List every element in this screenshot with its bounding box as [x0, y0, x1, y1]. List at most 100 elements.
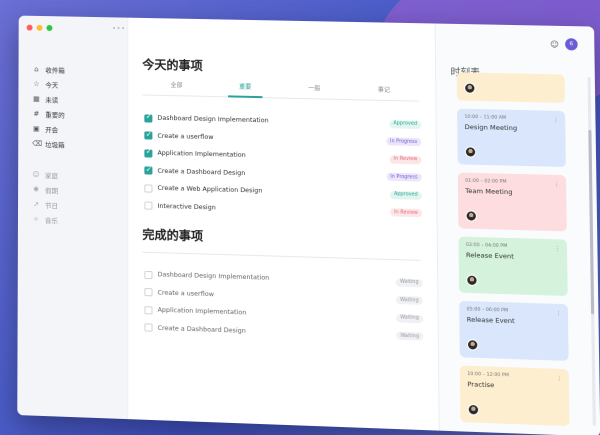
sidebar-item-1[interactable]: ☆ 今天: [32, 76, 64, 92]
status-badge: Approved: [389, 119, 422, 129]
trash-icon: ⌫: [32, 139, 43, 148]
filter-tabs: 全部 重要 一般 事记: [142, 75, 419, 102]
close-window-button[interactable]: [26, 24, 33, 31]
kebab-menu-icon[interactable]: ⋮: [554, 245, 560, 252]
status-badge: In Review: [389, 208, 423, 218]
attendee-avatar: [466, 339, 479, 351]
today-task-list: Dashboard Design Implementation Approved C…: [144, 109, 423, 222]
task-label: Create a userflow: [157, 132, 214, 141]
tab-3[interactable]: 事记: [349, 80, 419, 101]
schedule-cards: 10:00 – 11:00 AM Design Meeting ⋮ 01:00 – 0…: [456, 72, 570, 434]
task-label: Application Implementation: [157, 149, 246, 160]
status-badge: Waiting: [395, 278, 423, 288]
sidebar-item-label: 节日: [44, 201, 59, 210]
event-time: 10:00 – 11:00 AM: [464, 114, 507, 121]
sidebar-item-4[interactable]: ▣ 开会: [32, 121, 64, 137]
gear-icon: ✱: [33, 184, 39, 194]
task-checkbox[interactable]: [144, 131, 153, 140]
task-checkbox[interactable]: [144, 323, 153, 332]
schedule-scrollbar[interactable]: [587, 77, 596, 427]
sidebar-item-label: 收件箱: [45, 66, 65, 75]
kebab-menu-icon[interactable]: ⋮: [556, 375, 562, 382]
sidebar-item-2[interactable]: ▦ 未读: [32, 91, 64, 107]
minimize-window-button[interactable]: [36, 24, 43, 31]
user-icon[interactable]: ☺: [550, 40, 559, 49]
event-title: Release Event: [466, 315, 515, 326]
sidebar-item-0[interactable]: ⌂ 收件箱: [32, 61, 65, 77]
task-checkbox[interactable]: [144, 149, 153, 158]
sidebar-item-3[interactable]: # 重要的: [32, 106, 64, 122]
hash-icon: #: [33, 109, 40, 118]
schedule-card[interactable]: 10:00 – 11:00 AM Design Meeting ⋮: [457, 108, 566, 168]
task-label: Dashboard Design Implementation: [157, 271, 270, 282]
sidebar-item-label: 音乐: [44, 216, 58, 225]
event-time: 01:00 – 02:00 PM: [465, 178, 507, 185]
task-checkbox[interactable]: [144, 114, 153, 123]
event-title: Release Event: [465, 250, 514, 261]
app-window: ••• ⌂ 收件箱 ☆ 今天 ▦ 未读 # 重要的 ▣ 开会 ⌫ 垃圾箱 ☺ 家庭 ✱ 假期 ↗ 节日 ✧ 音乐 今…: [17, 15, 600, 435]
task-checkbox[interactable]: [144, 305, 153, 315]
schedule-panel: ☺ 6 时刻表 10:00 – 11:00 AMDesign Meeting⋮0…: [434, 23, 600, 435]
sidebar-item-2[interactable]: ↗ 节日: [32, 196, 58, 212]
sidebar-item-3[interactable]: ✧ 音乐: [32, 211, 58, 227]
kebab-menu-icon[interactable]: ⋮: [555, 310, 561, 317]
schedule-card[interactable]: [456, 72, 565, 103]
task-label: Dashboard Design Implementation: [157, 114, 269, 125]
status-badge: In Progress: [385, 137, 422, 147]
sidebar-item-0[interactable]: ☺ 家庭: [32, 167, 58, 183]
task-label: Create a Web Application Design: [157, 185, 263, 195]
completed-task-list: Dashboard Design Implementation Waiting Cr…: [144, 266, 424, 346]
sidebar-item-1[interactable]: ✱ 假期: [32, 181, 58, 197]
task-checkbox[interactable]: [144, 166, 153, 175]
tab-2[interactable]: 一般: [280, 79, 349, 100]
status-badge: Waiting: [396, 331, 424, 341]
scrollbar-thumb[interactable]: [588, 129, 595, 315]
status-badge: In Review: [389, 155, 422, 165]
event-title: Team Meeting: [465, 186, 513, 197]
more-menu-icon[interactable]: •••: [112, 25, 126, 32]
kebab-menu-icon[interactable]: ⋮: [553, 117, 559, 124]
task-checkbox[interactable]: [144, 201, 153, 210]
task-label: Create a Dashboard Design: [157, 324, 246, 335]
folder-icon: ▣: [32, 124, 40, 133]
attendee-avatar: [467, 403, 480, 416]
schedule-card[interactable]: 10:00 – 12:00 PM Practise ⋮: [459, 365, 570, 427]
inbox-icon: ⌂: [34, 64, 39, 73]
task-checkbox[interactable]: [144, 288, 153, 297]
attendee-avatar: [464, 82, 476, 94]
sidebar-item-label: 未读: [45, 95, 59, 104]
task-checkbox[interactable]: [144, 270, 153, 279]
task-checkbox[interactable]: [144, 184, 153, 193]
sidebar-item-label: 假期: [45, 186, 59, 195]
today-title: 今天的事项: [142, 57, 203, 73]
attendee-avatar: [464, 146, 477, 158]
kebab-menu-icon[interactable]: ⋮: [554, 181, 560, 188]
tab-1[interactable]: 重要: [211, 77, 280, 98]
status-badge: Approved: [389, 190, 422, 200]
zoom-window-button[interactable]: [46, 24, 53, 32]
sidebar-item-label: 重要的: [45, 110, 65, 120]
schedule-card[interactable]: 05:00 – 06:00 PM Release Event ⋮: [459, 300, 569, 361]
event-title: Practise: [467, 380, 495, 390]
sidebar-item-label: 开会: [45, 125, 59, 134]
schedule-card[interactable]: 03:00 – 04:00 PM Release Event ⋮: [458, 236, 568, 297]
secondary-nav: ☺ 家庭 ✱ 假期 ↗ 节日 ✧ 音乐: [32, 167, 58, 228]
avatar[interactable]: 6: [565, 38, 578, 51]
main-panel: 今天的事项 全部重要一般事记 Dashboard Design Implemen…: [128, 18, 438, 431]
task-label: Create a Dashboard Design: [157, 167, 246, 177]
event-time: 10:00 – 12:00 PM: [467, 371, 509, 379]
sidebar-item-label: 垃圾箱: [45, 140, 65, 149]
task-label: Interactive Design: [157, 202, 216, 212]
status-badge: Waiting: [395, 296, 423, 306]
sidebar-item-5[interactable]: ⌫ 垃圾箱: [32, 136, 64, 152]
sidebar-item-label: 今天: [45, 80, 59, 90]
attendee-avatar: [465, 210, 478, 222]
trend-icon: ↗: [33, 199, 39, 209]
sparkle-icon: ✧: [33, 214, 39, 224]
window-controls: [26, 24, 53, 32]
event-title: Design Meeting: [464, 122, 518, 133]
tab-0[interactable]: 全部: [142, 76, 211, 96]
sidebar: ••• ⌂ 收件箱 ☆ 今天 ▦ 未读 # 重要的 ▣ 开会 ⌫ 垃圾箱 ☺ 家庭 ✱ 假期 ↗ 节日 ✧ 音乐: [17, 15, 129, 420]
status-badge: In Progress: [386, 172, 422, 182]
schedule-card[interactable]: 01:00 – 02:00 PM Team Meeting ⋮: [457, 172, 567, 232]
